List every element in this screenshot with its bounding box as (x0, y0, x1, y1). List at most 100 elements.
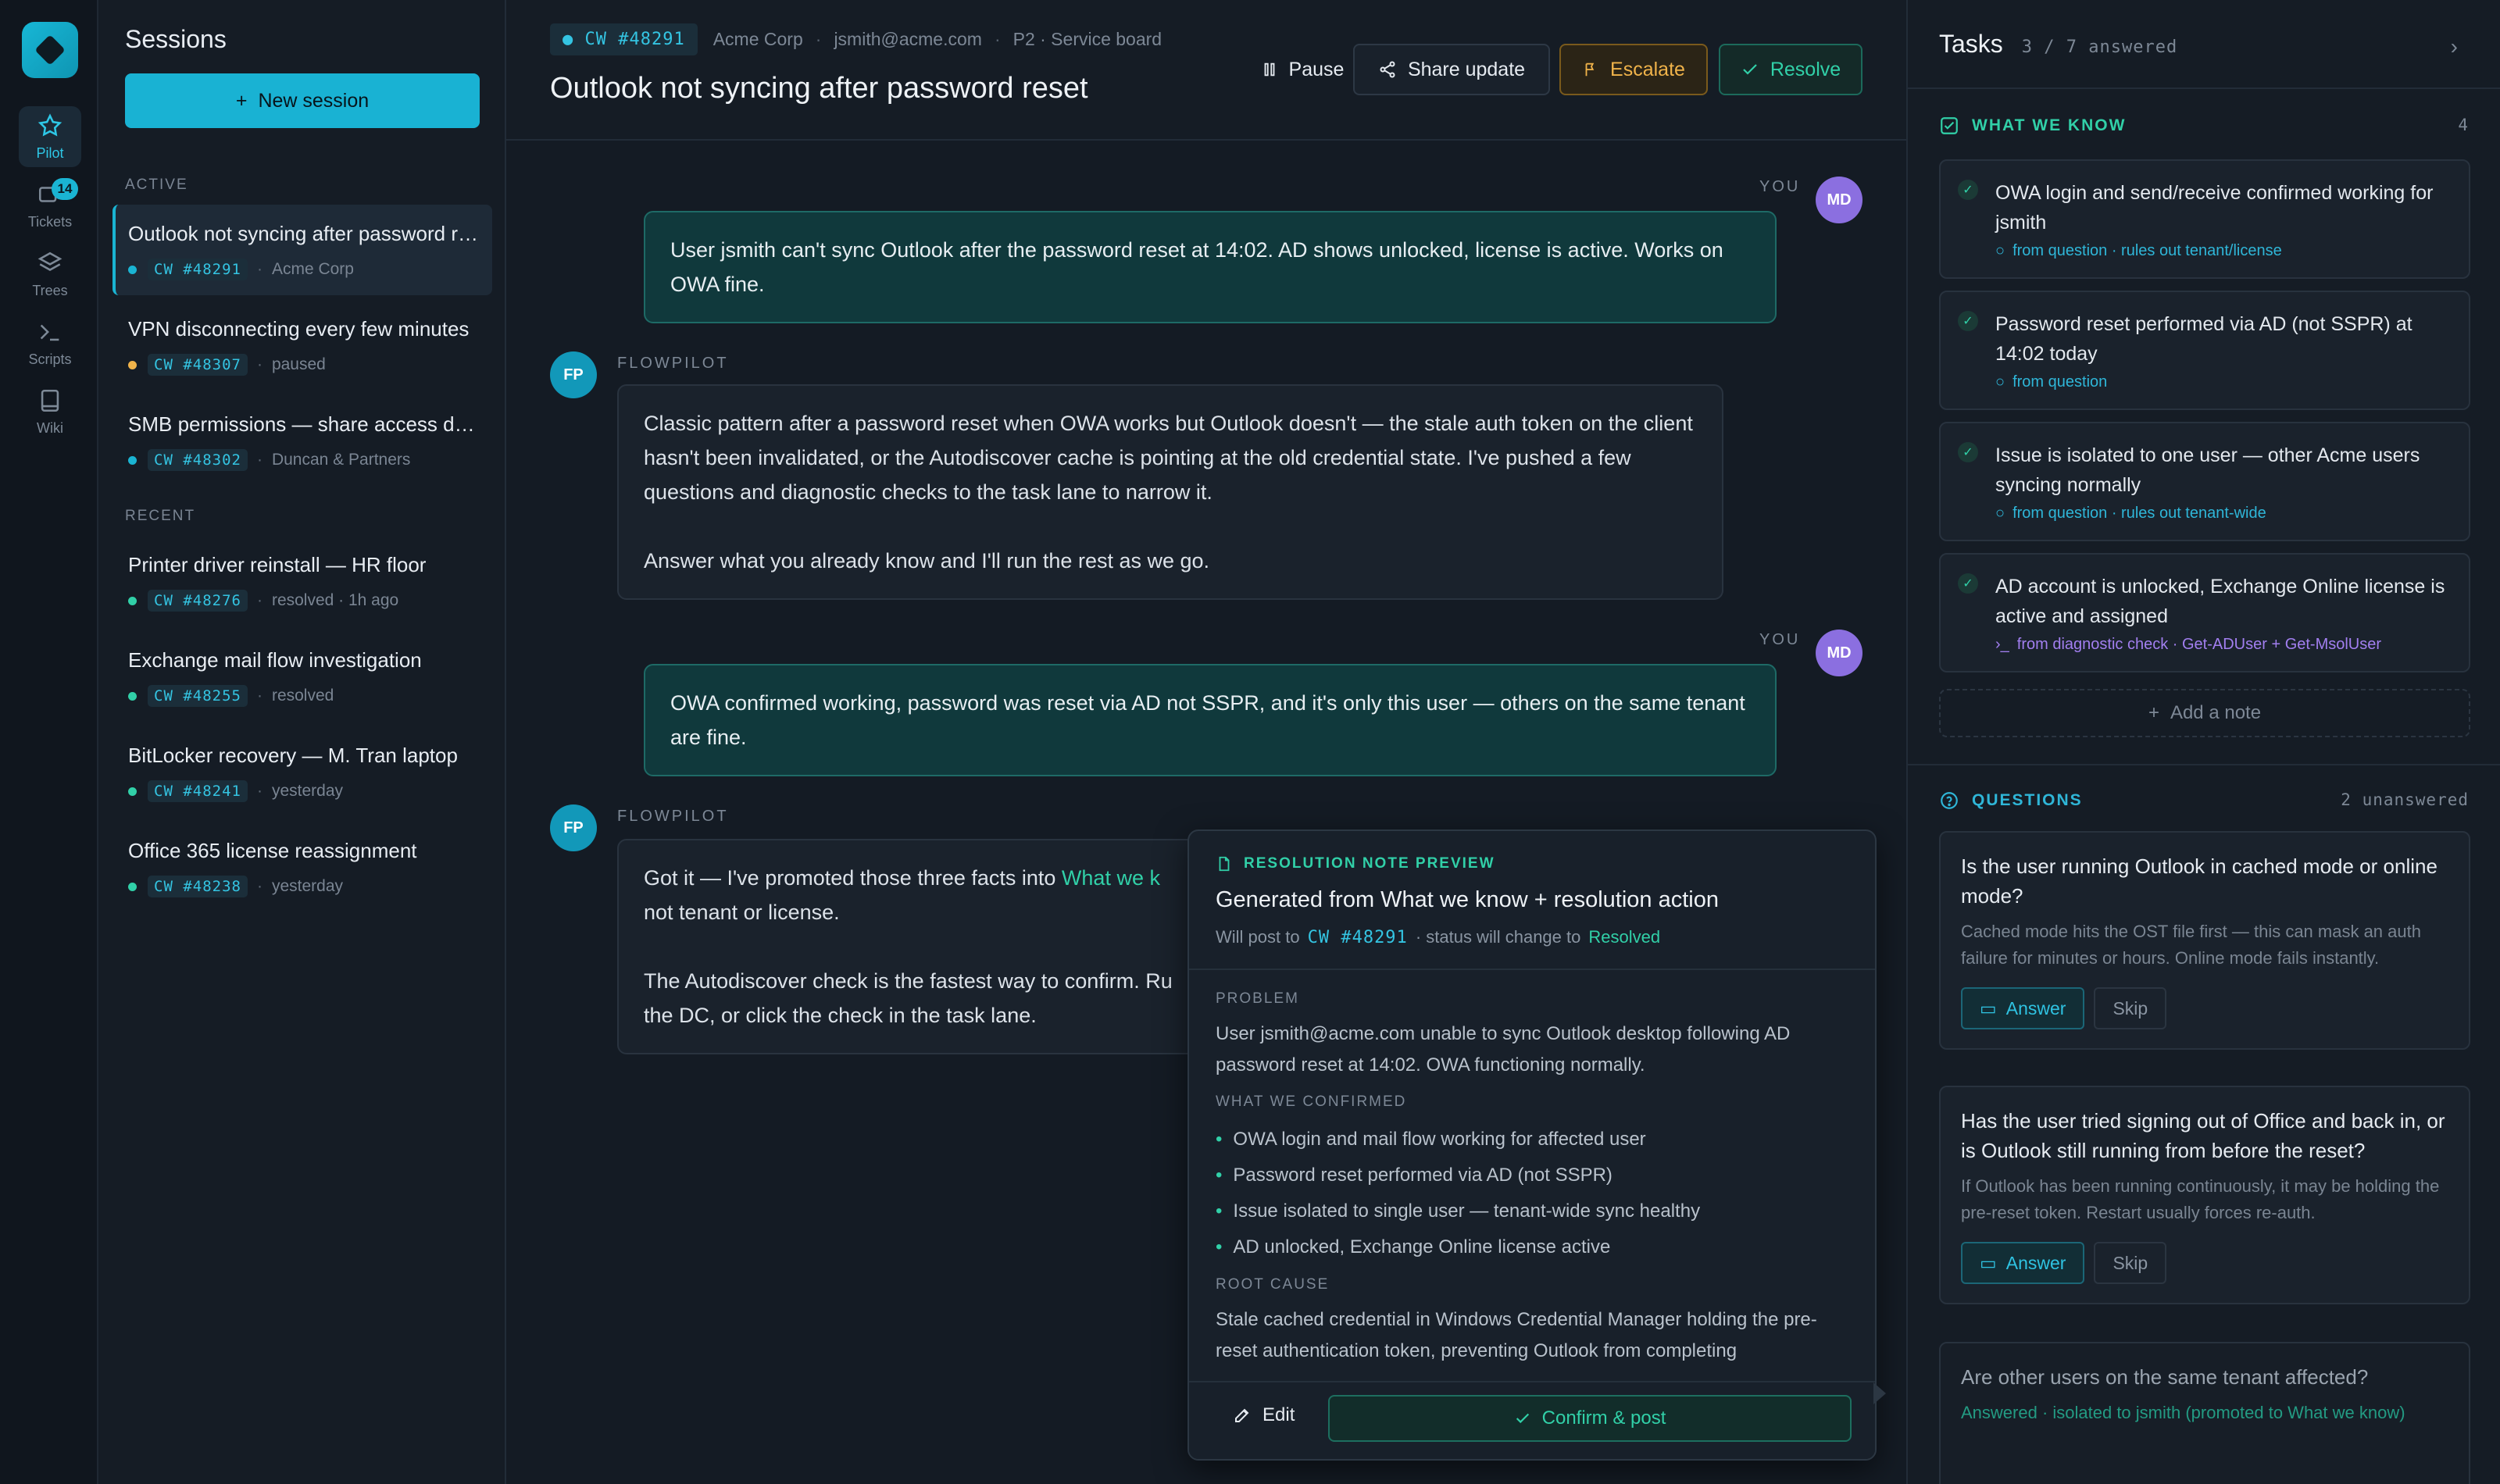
ticket-tag: CW #48291 (148, 259, 248, 280)
active-section-label: ACTIVE (125, 177, 188, 193)
ticket-tag[interactable]: ● CW #48291 (550, 23, 698, 55)
ticket-tag: CW #48307 (148, 354, 248, 376)
recent-section-label: RECENT (125, 508, 196, 524)
user-message: User jsmith can't sync Outlook after the… (644, 211, 1777, 323)
session-item[interactable]: Outlook not syncing after password reset… (112, 205, 492, 295)
question-text: Are other users on the same tenant affec… (1961, 1365, 2369, 1389)
assistant-message: Classic pattern after a password reset w… (617, 384, 1723, 600)
sender-label: FLOWPILOT (617, 355, 729, 372)
avatar: FP (550, 351, 597, 398)
session-title: Office 365 license reassignment (128, 839, 417, 862)
new-session-button[interactable]: + New session (125, 73, 480, 128)
clock-icon: ○ (1995, 242, 2005, 259)
status-dot (128, 596, 137, 605)
question-text: Is the user running Outlook in cached mo… (1961, 854, 2438, 908)
terminal-icon (40, 324, 59, 341)
check-icon (1516, 1413, 1529, 1424)
rail-item-trees[interactable]: Trees (19, 244, 81, 305)
preview-body: PROBLEM User jsmith@acme.com unable to s… (1189, 970, 1875, 1387)
edit-icon (1235, 1408, 1249, 1422)
preview-title: Generated from What we know + resolution… (1216, 887, 1719, 912)
session-item[interactable]: Printer driver reinstall — HR floor CW #… (112, 536, 492, 626)
skip-button[interactable]: Skip (2094, 1242, 2167, 1284)
add-note-button[interactable]: + Add a note (1939, 689, 2470, 737)
session-item[interactable]: Exchange mail flow investigation CW #482… (112, 631, 492, 722)
board-name: P2 · Service board (1012, 29, 1162, 49)
rail-item-pilot[interactable]: Pilot (19, 106, 81, 167)
popover-arrow (1873, 1382, 1886, 1404)
escalate-button[interactable]: Escalate (1559, 44, 1708, 95)
know-count: 4 (2458, 116, 2469, 134)
session-item[interactable]: VPN disconnecting every few minutes CW #… (112, 300, 492, 391)
fact-text: Password reset performed via AD (not SSP… (1995, 313, 2412, 365)
rail-item-wiki[interactable]: Wiki (19, 381, 81, 442)
app-logo[interactable] (22, 22, 78, 78)
check-icon: ✓ (1958, 180, 1978, 200)
fact-source: from diagnostic check · Get-ADUser + Get… (2016, 636, 2382, 653)
session-meta: paused (271, 355, 326, 373)
logo-mark (34, 34, 66, 66)
answer-button[interactable]: ▭ Answer (1961, 1242, 2085, 1284)
share-label: Share update (1407, 58, 1526, 80)
question-hint: Cached mode hits the OST file first — th… (1961, 922, 2421, 968)
resolve-button[interactable]: Resolve (1719, 44, 1862, 95)
message-paragraph: Answer what you already know and I'll ru… (644, 549, 1210, 573)
session-title: VPN disconnecting every few minutes (128, 317, 470, 341)
avatar: MD (1816, 630, 1862, 676)
check-icon (1743, 64, 1757, 75)
confirm-post-button[interactable]: Confirm & post (1328, 1395, 1852, 1442)
answer-label: Answer (2005, 997, 2066, 1018)
comment-icon: ▭ (1980, 997, 1997, 1018)
section-heading: ROOT CAUSE (1216, 1276, 1330, 1293)
list-item: AD unlocked, Exchange Online license act… (1216, 1229, 1848, 1265)
sessions-title: Sessions (125, 25, 227, 53)
edit-button[interactable]: Edit (1233, 1404, 1295, 1426)
section-heading: WHAT WE CONFIRMED (1216, 1093, 1407, 1110)
fact-text: Issue is isolated to one user — other Ac… (1995, 444, 2420, 496)
clock-icon: ○ (1995, 505, 2005, 522)
fact-text: AD account is unlocked, Exchange Online … (1995, 576, 2445, 627)
avatar: MD (1816, 177, 1862, 223)
share-update-button[interactable]: Share update (1353, 44, 1550, 95)
clock-icon: ○ (1995, 373, 2005, 391)
status-dot (128, 265, 137, 274)
edit-label: Edit (1262, 1404, 1295, 1425)
fact-source: from question · rules out tenant/license (2012, 242, 2282, 259)
share-icon (1380, 61, 1395, 78)
session-item[interactable]: BitLocker recovery — M. Tran laptop CW #… (112, 726, 492, 817)
user-message: OWA confirmed working, password was rese… (644, 664, 1777, 776)
fact-card[interactable]: ✓ Password reset performed via AD (not S… (1939, 291, 2470, 410)
pause-label: Pause (1288, 58, 1345, 80)
answer-label: Answer (2005, 1252, 2066, 1273)
answer-button[interactable]: ▭ Answer (1961, 987, 2085, 1029)
fact-card[interactable]: ✓ Issue is isolated to one user — other … (1939, 422, 2470, 541)
preview-label: RESOLUTION NOTE PREVIEW (1244, 855, 1495, 872)
fact-card[interactable]: ✓ OWA login and send/receive confirmed w… (1939, 159, 2470, 279)
chevron-right-icon[interactable]: › (2451, 34, 2458, 59)
session-meta: Duncan & Partners (271, 451, 411, 469)
inline-link[interactable]: What we k (1062, 866, 1160, 890)
session-item[interactable]: Office 365 license reassignment CW #4823… (112, 822, 492, 912)
rail-item-tickets[interactable]: 14 Tickets (19, 175, 81, 236)
confirm-label: Confirm & post (1541, 1407, 1666, 1429)
fact-card[interactable]: ✓ AD account is unlocked, Exchange Onlin… (1939, 553, 2470, 672)
session-title: Outlook not syncing after password reset (128, 222, 480, 245)
answered-question-card[interactable]: Are other users on the same tenant affec… (1939, 1342, 2470, 1484)
session-title: BitLocker recovery — M. Tran laptop (128, 744, 458, 767)
check-icon: ✓ (1958, 573, 1978, 594)
status-dot (128, 882, 137, 891)
tasks-panel: Tasks 3 / 7 answered › WHAT WE KNOW 4 ✓ … (1906, 0, 2500, 1484)
skip-button[interactable]: Skip (2094, 987, 2167, 1029)
check-icon: ✓ (1958, 442, 1978, 462)
document-icon (1219, 856, 1230, 872)
plus-icon: + (235, 89, 248, 112)
session-item[interactable]: SMB permissions — share access denied CW… (112, 395, 492, 486)
skip-label: Skip (2112, 1252, 2148, 1273)
session-meta: yesterday (271, 877, 343, 895)
session-meta: yesterday (271, 782, 343, 800)
list-item: Issue isolated to single user — tenant-w… (1216, 1193, 1848, 1229)
status-dot (128, 691, 137, 701)
rail-item-scripts[interactable]: Scripts (19, 312, 81, 373)
ticket-header: ● CW #48291 Acme Corp · jsmith@acme.com … (506, 0, 1906, 141)
book-icon (41, 389, 59, 412)
